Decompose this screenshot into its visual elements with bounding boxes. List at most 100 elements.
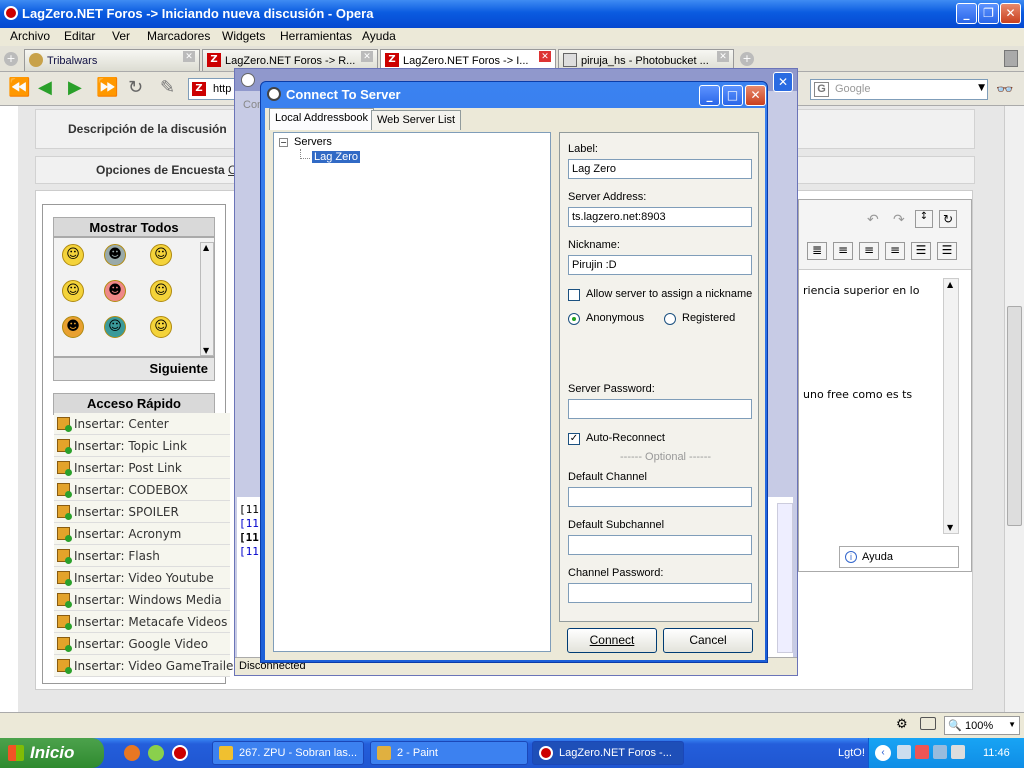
reload-icon[interactable]: ↻: [128, 78, 143, 98]
channel-password-field[interactable]: [568, 583, 752, 603]
forward-icon[interactable]: ▶: [68, 78, 82, 98]
menu-marcadores[interactable]: Marcadores: [147, 29, 210, 43]
address-bar[interactable]: Z http: [188, 78, 240, 100]
zoom-control[interactable]: 🔍 100% ▼: [944, 716, 1020, 735]
trash-icon[interactable]: [1004, 50, 1018, 67]
allow-nickname-checkbox[interactable]: [568, 289, 580, 301]
auto-reconnect-checkbox[interactable]: ✓: [568, 433, 580, 445]
clock[interactable]: 11:46: [983, 747, 1010, 759]
close-tab-icon[interactable]: ✕: [183, 51, 195, 62]
close-tab-icon[interactable]: ✕: [539, 51, 551, 62]
label-field[interactable]: Lag Zero: [568, 159, 752, 179]
menu-ayuda[interactable]: Ayuda: [362, 29, 396, 43]
opera-quicklaunch-icon[interactable]: [172, 745, 188, 761]
quick-item[interactable]: Insertar: SPOILER: [54, 501, 230, 523]
smilies-scrollbar[interactable]: ▲ ▼: [200, 242, 214, 356]
quick-item[interactable]: Insertar: Video Youtube: [54, 567, 230, 589]
taskbar-button-opera[interactable]: LagZero.NET Foros -...: [532, 741, 684, 765]
default-channel-field[interactable]: [568, 487, 752, 507]
bg-scrollbar[interactable]: [777, 503, 793, 653]
smiley-icon[interactable]: ☺: [62, 280, 84, 302]
default-subchannel-field[interactable]: [568, 535, 752, 555]
tree-item-lag-zero[interactable]: Lag Zero: [312, 151, 361, 163]
smiley-icon[interactable]: ☺: [104, 316, 126, 338]
unordered-list-icon[interactable]: ☰: [937, 242, 957, 260]
cancel-button[interactable]: Cancel: [663, 628, 753, 653]
chat-quicklaunch-icon[interactable]: [148, 745, 164, 761]
quick-item[interactable]: Insertar: Flash: [54, 545, 230, 567]
voice-icon[interactable]: 👓: [996, 80, 1013, 100]
tree-root[interactable]: Servers: [294, 136, 332, 148]
minimize-button[interactable]: _: [956, 3, 977, 24]
undo-icon[interactable]: ↶: [867, 212, 879, 228]
quick-item[interactable]: Insertar: Center: [54, 413, 230, 435]
scroll-up-icon[interactable]: ▲: [947, 280, 953, 289]
search-input[interactable]: Google: [835, 83, 870, 95]
address-input[interactable]: http: [213, 83, 231, 95]
smiley-icon[interactable]: ☺: [150, 244, 172, 266]
align-justify-icon[interactable]: ≣: [807, 242, 827, 260]
help-button[interactable]: i Ayuda: [839, 546, 959, 568]
smiley-icon[interactable]: ☺: [150, 316, 172, 338]
menu-herramientas[interactable]: Herramientas: [280, 29, 352, 43]
search-field[interactable]: G Google ▼: [810, 79, 988, 100]
align-right-icon[interactable]: ≡: [885, 242, 905, 260]
tab-tribalwars[interactable]: Tribalwars ✕: [24, 49, 200, 71]
menu-ver[interactable]: Ver: [112, 29, 130, 43]
redo-icon[interactable]: ↷: [893, 212, 905, 228]
resize-icon[interactable]: ↕: [915, 210, 933, 228]
smilies-header[interactable]: Mostrar Todos: [53, 217, 215, 237]
quick-item[interactable]: Insertar: CODEBOX: [54, 479, 230, 501]
quick-item[interactable]: Insertar: Google Video: [54, 633, 230, 655]
tray-network-icon[interactable]: [933, 745, 947, 759]
close-tab-icon[interactable]: ✕: [361, 51, 373, 62]
quick-item[interactable]: Insertar: Windows Media: [54, 589, 230, 611]
align-left-icon[interactable]: ≡: [833, 242, 853, 260]
quick-item[interactable]: Insertar: Video GameTrailers: [54, 655, 245, 677]
tab-local-addressbook[interactable]: Local Addressbook: [269, 108, 374, 130]
smiley-icon[interactable]: ☺: [150, 280, 172, 302]
tray-volume-icon[interactable]: [951, 745, 965, 759]
taskbar-button-paint[interactable]: 2 - Paint: [370, 741, 528, 765]
tree-collapse-icon[interactable]: −: [279, 138, 288, 147]
quick-item[interactable]: Insertar: Acronym: [54, 523, 230, 545]
refresh-icon[interactable]: ↻: [939, 210, 957, 228]
start-button[interactable]: Inicio: [0, 738, 104, 768]
smiley-icon[interactable]: ☻: [104, 280, 126, 302]
panels-icon[interactable]: ⚙: [896, 717, 908, 732]
smilies-next-button[interactable]: Siguiente: [53, 357, 215, 381]
anonymous-radio[interactable]: [568, 313, 580, 325]
registered-radio[interactable]: [664, 313, 676, 325]
tray-shield-icon[interactable]: [915, 745, 929, 759]
smiley-icon[interactable]: ☻: [104, 244, 126, 266]
firefox-quicklaunch-icon[interactable]: [124, 745, 140, 761]
edit-icon[interactable]: ✎: [160, 78, 175, 98]
close-tab-icon[interactable]: ✕: [717, 51, 729, 62]
ordered-list-icon[interactable]: ☰: [911, 242, 931, 260]
tray-teamspeak-icon[interactable]: [897, 745, 911, 759]
smiley-icon[interactable]: ☻: [62, 316, 84, 338]
rewind-icon[interactable]: ⏪: [8, 78, 30, 98]
scroll-down-icon[interactable]: ▼: [203, 346, 209, 355]
close-button[interactable]: ✕: [1000, 3, 1021, 24]
quick-item[interactable]: Insertar: Post Link: [54, 457, 230, 479]
dialog-minimize-button[interactable]: _: [699, 85, 720, 106]
menu-archivo[interactable]: Archivo: [10, 29, 50, 43]
server-password-field[interactable]: [568, 399, 752, 419]
server-address-field[interactable]: ts.lagzero.net:8903: [568, 207, 752, 227]
quick-item[interactable]: Insertar: Topic Link: [54, 435, 230, 457]
connect-button[interactable]: Connect: [567, 628, 657, 653]
editor-scrollbar[interactable]: ▲ ▼: [943, 278, 959, 534]
menu-widgets[interactable]: Widgets: [222, 29, 265, 43]
menu-editar[interactable]: Editar: [64, 29, 95, 43]
tray-expand-icon[interactable]: ‹: [875, 745, 891, 761]
new-tab-left-icon[interactable]: +: [4, 52, 18, 66]
fast-forward-icon[interactable]: ⏩: [96, 78, 118, 98]
page-scrollbar[interactable]: [1004, 106, 1024, 712]
nickname-field[interactable]: Pirujin :D: [568, 255, 752, 275]
dialog-maximize-button[interactable]: □: [722, 85, 743, 106]
taskbar-button-zpu[interactable]: 267. ZPU - Sobran las...: [212, 741, 364, 765]
back-icon[interactable]: ◀: [38, 78, 52, 98]
search-dropdown-icon[interactable]: ▼: [978, 83, 985, 93]
scroll-up-icon[interactable]: ▲: [203, 243, 209, 252]
